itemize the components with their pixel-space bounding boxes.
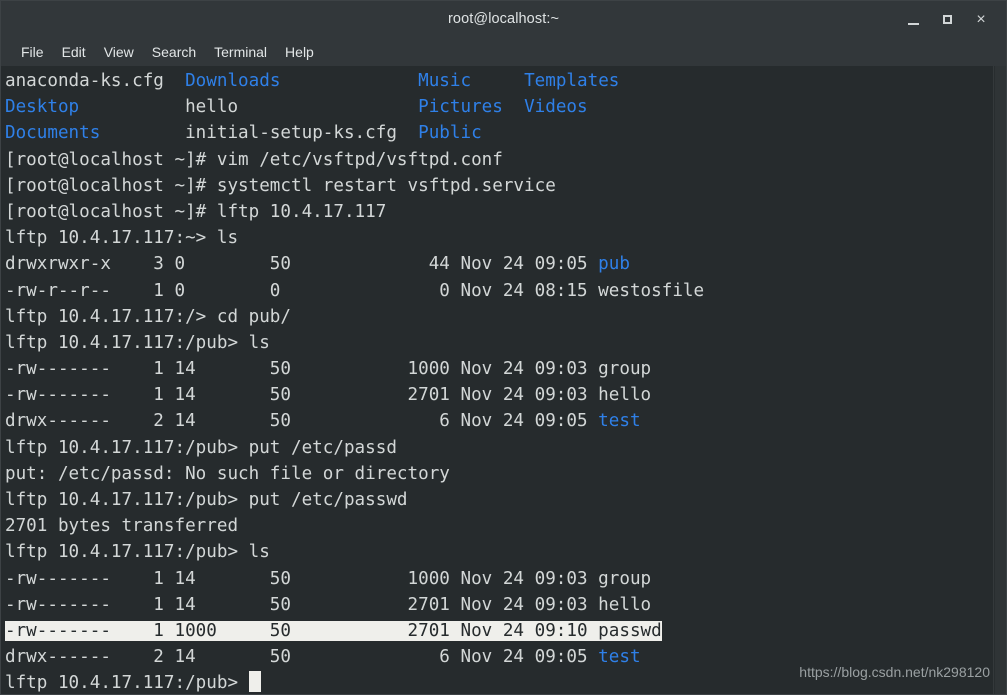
maximize-button[interactable] — [930, 5, 964, 35]
terminal-screen[interactable]: anaconda-ks.cfg Downloads Music Template… — [5, 68, 992, 694]
terminal-line: lftp 10.4.17.117:/pub> put /etc/passwd — [5, 487, 992, 513]
terminal-text: -rw------- 1 14 50 1000 Nov 24 09:03 gro… — [5, 568, 652, 589]
terminal-line: [root@localhost ~]# systemctl restart vs… — [5, 173, 992, 199]
window-controls: × — [896, 1, 998, 38]
terminal-text: [root@localhost ~]# vim /etc/vsftpd/vsft… — [5, 149, 503, 170]
terminal-line: -rw------- 1 1000 50 2701 Nov 24 09:10 p… — [5, 618, 992, 644]
terminal-line: Desktop hello Pictures Videos — [5, 94, 992, 120]
terminal-directory-name: Music — [418, 71, 472, 91]
terminal-selected-text: -rw------- 1 1000 50 2701 Nov 24 09:10 p… — [5, 620, 662, 641]
terminal-line: anaconda-ks.cfg Downloads Music Template… — [5, 68, 992, 94]
terminal-line: [root@localhost ~]# lftp 10.4.17.117 — [5, 199, 992, 225]
terminal-line: -rw------- 1 14 50 1000 Nov 24 09:03 gro… — [5, 356, 992, 382]
terminal-line: [root@localhost ~]# vim /etc/vsftpd/vsft… — [5, 147, 992, 173]
minimize-icon — [907, 23, 919, 25]
terminal-line: -rw-r--r-- 1 0 0 0 Nov 24 08:15 westosfi… — [5, 278, 992, 304]
window-title: root@localhost:~ — [447, 11, 560, 27]
terminal-cursor — [248, 671, 261, 693]
terminal-text: lftp 10.4.17.117:/pub> ls — [5, 542, 270, 563]
watermark-text: https://blog.csdn.net/nk298120 — [799, 664, 990, 680]
close-button[interactable]: × — [964, 5, 998, 35]
maximize-icon — [942, 15, 952, 24]
terminal-text: anaconda-ks.cfg — [5, 71, 186, 91]
terminal-text: drwx------ 2 14 50 6 Nov 24 09:05 — [5, 411, 599, 432]
terminal-directory-name: Documents — [5, 123, 101, 144]
terminal-body[interactable]: anaconda-ks.cfg Downloads Music Template… — [0, 66, 1007, 695]
terminal-scrollbar[interactable] — [993, 66, 1006, 694]
terminal-directory-name: test — [598, 411, 641, 432]
terminal-directory-name: Templates — [524, 71, 620, 91]
menu-item-help[interactable]: Help — [276, 42, 323, 62]
terminal-directory-name: Pictures — [418, 97, 503, 118]
terminal-directory-name: Downloads — [185, 71, 281, 91]
terminal-text: lftp 10.4.17.117:/pub> — [5, 673, 249, 694]
terminal-directory-name: Desktop — [5, 97, 80, 118]
terminal-text: lftp 10.4.17.117:/pub> put /etc/passd — [5, 437, 397, 458]
menu-item-edit[interactable]: Edit — [53, 42, 95, 62]
menu-bar: File Edit View Search Terminal Help — [0, 37, 1007, 66]
terminal-text: initial-setup-ks.cfg — [100, 123, 419, 144]
terminal-text: lftp 10.4.17.117:/pub> ls — [5, 332, 270, 353]
terminal-line: lftp 10.4.17.117:/pub> put /etc/passd — [5, 435, 992, 461]
minimize-button[interactable] — [896, 5, 930, 35]
terminal-text: 2701 bytes transferred — [5, 516, 239, 537]
scrollbar-thumb[interactable] — [995, 66, 1006, 694]
terminal-line: -rw------- 1 14 50 1000 Nov 24 09:03 gro… — [5, 566, 992, 592]
terminal-text: -rw-r--r-- 1 0 0 0 Nov 24 08:15 westosfi… — [5, 280, 705, 301]
menu-item-terminal[interactable]: Terminal — [205, 42, 276, 62]
terminal-text: [root@localhost ~]# systemctl restart vs… — [5, 175, 556, 196]
terminal-text: drwx------ 2 14 50 6 Nov 24 09:05 — [5, 647, 599, 668]
menu-item-file[interactable]: File — [12, 42, 53, 62]
terminal-line: put: /etc/passd: No such file or directo… — [5, 461, 992, 487]
terminal-text: -rw------- 1 14 50 2701 Nov 24 09:03 hel… — [5, 385, 652, 406]
terminal-text: drwxrwxr-x 3 0 50 44 Nov 24 09:05 — [5, 254, 599, 275]
terminal-line: 2701 bytes transferred — [5, 513, 992, 539]
terminal-line: -rw------- 1 14 50 2701 Nov 24 09:03 hel… — [5, 382, 992, 408]
title-bar: root@localhost:~ × — [0, 0, 1007, 37]
menu-item-view[interactable]: View — [95, 42, 143, 62]
terminal-text: lftp 10.4.17.117:/pub> put /etc/passwd — [5, 490, 408, 510]
terminal-text: [root@localhost ~]# lftp 10.4.17.117 — [5, 201, 387, 222]
terminal-directory-name: Public — [418, 123, 482, 144]
terminal-directory-name: Videos — [524, 97, 588, 118]
terminal-text: -rw------- 1 14 50 1000 Nov 24 09:03 gro… — [5, 359, 652, 380]
terminal-text: -rw------- 1 14 50 2701 Nov 24 09:03 hel… — [5, 594, 652, 615]
terminal-line: lftp 10.4.17.117:/> cd pub/ — [5, 304, 992, 330]
terminal-text: hello — [79, 97, 419, 118]
terminal-line: lftp 10.4.17.117:/pub> ls — [5, 330, 992, 356]
terminal-line: drwx------ 2 14 50 6 Nov 24 09:05 test — [5, 408, 992, 434]
menu-item-search[interactable]: Search — [143, 42, 205, 62]
terminal-text: lftp 10.4.17.117:~> ls — [5, 228, 239, 249]
close-icon: × — [976, 10, 986, 28]
terminal-line: -rw------- 1 14 50 2701 Nov 24 09:03 hel… — [5, 592, 992, 618]
terminal-directory-name: test — [598, 647, 641, 668]
terminal-line: drwxrwxr-x 3 0 50 44 Nov 24 09:05 pub — [5, 251, 992, 277]
terminal-text: lftp 10.4.17.117:/> cd pub/ — [5, 306, 291, 327]
terminal-window: root@localhost:~ × File Edit View Search… — [0, 0, 1007, 695]
terminal-directory-name: pub — [598, 254, 630, 275]
terminal-line: lftp 10.4.17.117:~> ls — [5, 225, 992, 251]
terminal-line: Documents initial-setup-ks.cfg Public — [5, 120, 992, 146]
terminal-text: put: /etc/passd: No such file or directo… — [5, 463, 450, 484]
terminal-line: lftp 10.4.17.117:/pub> ls — [5, 539, 992, 565]
